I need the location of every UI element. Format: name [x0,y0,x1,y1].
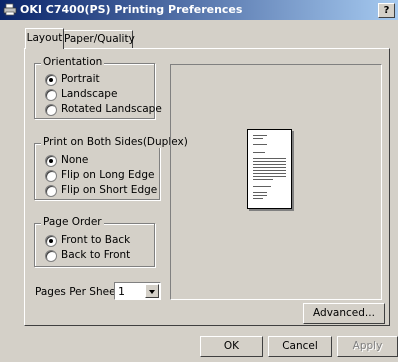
radio-button-checked[interactable] [45,235,57,247]
radio-button-checked[interactable] [45,155,57,167]
window-title: OKI C7400(PS) Printing Preferences [20,3,243,16]
duplex-group: Print on Both Sides(Duplex) None Flip on… [34,136,190,200]
radio-label: None [61,154,89,166]
preview-text-line [253,179,273,180]
preview-text-line [253,167,286,168]
ok-button[interactable]: OK [200,336,263,357]
preview-text-line [253,195,267,196]
radio-button-checked[interactable] [45,74,57,86]
preview-text-line [253,198,263,199]
preview-text-line [253,176,286,177]
orientation-group: Orientation Portrait Landscape Rotated L… [34,56,162,119]
pages-per-sheet-label: Pages Per Sheet: [35,286,124,298]
radio-label: Front to Back [61,234,131,246]
radio-button[interactable] [45,250,57,262]
tab-layout[interactable]: Layout [25,28,64,49]
chevron-down-icon[interactable] [145,284,159,298]
radio-label: Flip on Long Edge [61,169,155,181]
preview-text-line [253,192,267,193]
radio-button[interactable] [45,170,57,182]
page-order-group: Page Order Front to Back Back to Front [34,216,155,267]
advanced-button[interactable]: Advanced... [303,303,385,324]
printer-icon [3,3,17,16]
radio-button[interactable] [45,185,57,197]
pages-per-sheet-select[interactable]: 1 [114,282,161,300]
radio-label: Rotated Landscape [61,103,162,115]
page-preview [247,129,292,209]
preview-text-line [253,170,286,171]
radio-button[interactable] [45,104,57,116]
radio-label: Flip on Short Edge [61,184,158,196]
preview-text-line [253,144,267,145]
pages-per-sheet-value: 1 [118,285,125,298]
cancel-button[interactable]: Cancel [268,336,332,357]
preview-text-line [253,186,271,187]
tab-paper-quality[interactable]: Paper/Quality [63,30,135,48]
radio-button[interactable] [45,89,57,101]
page-order-legend: Page Order [41,216,104,228]
orientation-legend: Orientation [41,56,105,68]
radio-label: Portrait [61,73,100,85]
title-bar: OKI C7400(PS) Printing Preferences ? [0,0,398,20]
preview-area [170,64,382,300]
preview-text-line [253,173,286,174]
preview-text-line [253,135,267,136]
duplex-legend: Print on Both Sides(Duplex) [41,136,190,148]
help-button[interactable]: ? [378,3,395,18]
preview-text-line [253,158,286,159]
apply-button[interactable]: Apply [337,336,398,357]
radio-label: Landscape [61,88,118,100]
preview-text-line [253,161,286,162]
preview-text-line [253,138,263,139]
preview-text-line [253,152,265,153]
radio-label: Back to Front [61,249,131,261]
preview-text-line [253,164,286,165]
layout-tab-panel: Orientation Portrait Landscape Rotated L… [24,48,390,326]
